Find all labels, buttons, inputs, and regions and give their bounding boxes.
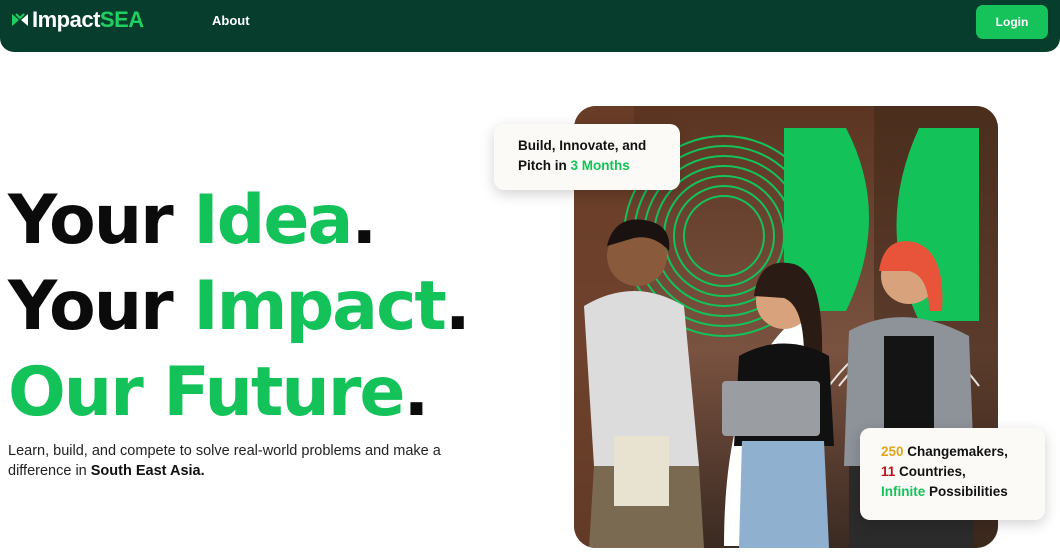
hero-headline: Your Idea. Your Impact. Our Future.	[8, 178, 471, 436]
impactsea-logo-icon	[12, 13, 28, 26]
headline-line-2: Your Impact.	[8, 267, 471, 346]
region-highlight: South East Asia.	[90, 463, 205, 479]
stat-changemakers: 250 Changemakers,	[881, 444, 1008, 459]
stat-countries: 11 Countries,	[881, 464, 966, 479]
headline-line-1: Your Idea.	[8, 181, 377, 260]
headline-line-3: Our Future.	[8, 353, 429, 432]
stat-possibilities: Infinite Possibilities	[881, 484, 1008, 499]
brand-name: ImpactSEA	[32, 7, 144, 32]
brand-logo[interactable]: ImpactSEA	[10, 7, 144, 33]
hero-subtitle: Learn, build, and compete to solve real-…	[8, 443, 441, 479]
callout-line-2: Pitch in 3 Months	[518, 158, 630, 173]
callout-stats: 250 Changemakers, 11 Countries, Infinite…	[860, 428, 1045, 520]
nav-link-about[interactable]: About	[212, 13, 250, 28]
callout-line-1: Build, Innovate, and	[518, 138, 647, 153]
top-navbar: ImpactSEA About Login	[0, 0, 1060, 52]
callout-program-duration: Build, Innovate, and Pitch in 3 Months	[494, 124, 680, 190]
login-button[interactable]: Login	[976, 5, 1048, 39]
